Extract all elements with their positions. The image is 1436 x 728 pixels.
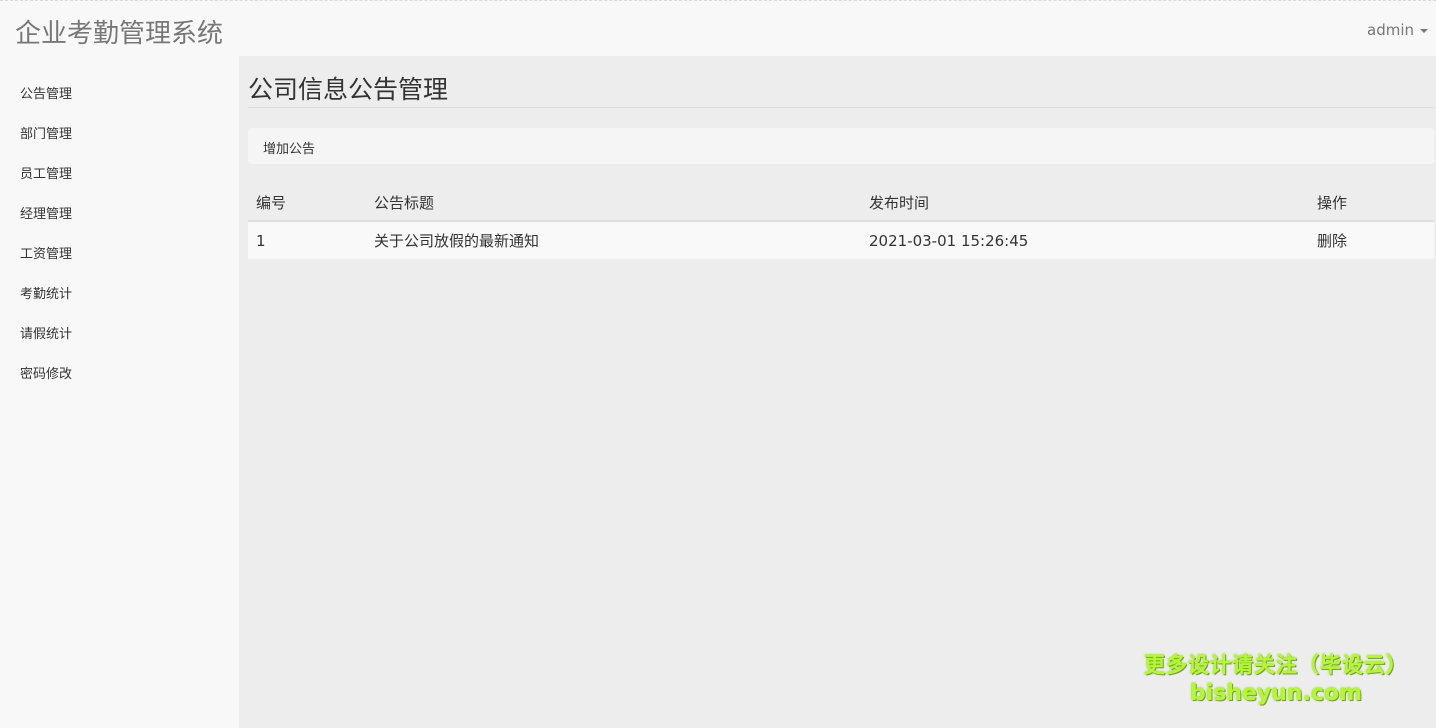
sidebar-item-leave-stats[interactable]: 请假统计 xyxy=(0,322,239,362)
sidebar: 公告管理 部门管理 员工管理 经理管理 工资管理 考勤统计 请假统计 密码修改 xyxy=(0,56,239,728)
main-content: 公司信息公告管理 增加公告 编号 公告标题 发布时间 操作 1 关于公司放假的最… xyxy=(239,56,1436,728)
notice-table: 编号 公告标题 发布时间 操作 1 关于公司放假的最新通知 2021-03-01… xyxy=(248,184,1434,259)
action-bar: 增加公告 xyxy=(248,128,1434,164)
add-notice-link[interactable]: 增加公告 xyxy=(263,138,315,157)
watermark-line1: 更多设计请关注（毕设云） xyxy=(1144,653,1408,677)
cell-title: 关于公司放假的最新通知 xyxy=(366,221,861,259)
chevron-down-icon xyxy=(1420,29,1428,33)
cell-action: 删除 xyxy=(1309,221,1434,259)
table-row: 1 关于公司放假的最新通知 2021-03-01 15:26:45 删除 xyxy=(248,221,1434,259)
sidebar-item-attendance-stats[interactable]: 考勤统计 xyxy=(0,282,239,322)
table-header-row: 编号 公告标题 发布时间 操作 xyxy=(248,184,1434,222)
column-header-id: 编号 xyxy=(248,184,366,222)
watermark: 更多设计请关注（毕设云） bisheyun.com xyxy=(1144,649,1408,706)
page-title: 公司信息公告管理 xyxy=(248,75,449,104)
delete-link[interactable]: 删除 xyxy=(1317,232,1347,250)
title-divider xyxy=(248,107,1434,108)
sidebar-item-salary[interactable]: 工资管理 xyxy=(0,242,239,282)
column-header-title: 公告标题 xyxy=(366,184,861,222)
sidebar-menu: 公告管理 部门管理 员工管理 经理管理 工资管理 考勤统计 请假统计 密码修改 xyxy=(0,56,239,402)
app-brand[interactable]: 企业考勤管理系统 xyxy=(15,13,223,50)
watermark-line2: bisheyun.com xyxy=(1189,681,1363,706)
cell-time: 2021-03-01 15:26:45 xyxy=(861,221,1309,259)
user-name: admin xyxy=(1367,21,1414,39)
sidebar-item-notices[interactable]: 公告管理 xyxy=(0,82,239,122)
column-header-time: 发布时间 xyxy=(861,184,1309,222)
user-menu-dropdown[interactable]: admin xyxy=(1367,21,1428,39)
sidebar-item-employees[interactable]: 员工管理 xyxy=(0,162,239,202)
sidebar-item-departments[interactable]: 部门管理 xyxy=(0,122,239,162)
sidebar-item-change-password[interactable]: 密码修改 xyxy=(0,362,239,402)
sidebar-item-managers[interactable]: 经理管理 xyxy=(0,202,239,242)
top-navbar: 企业考勤管理系统 admin xyxy=(0,0,1436,56)
cell-id: 1 xyxy=(248,221,366,259)
column-header-action: 操作 xyxy=(1309,184,1434,222)
